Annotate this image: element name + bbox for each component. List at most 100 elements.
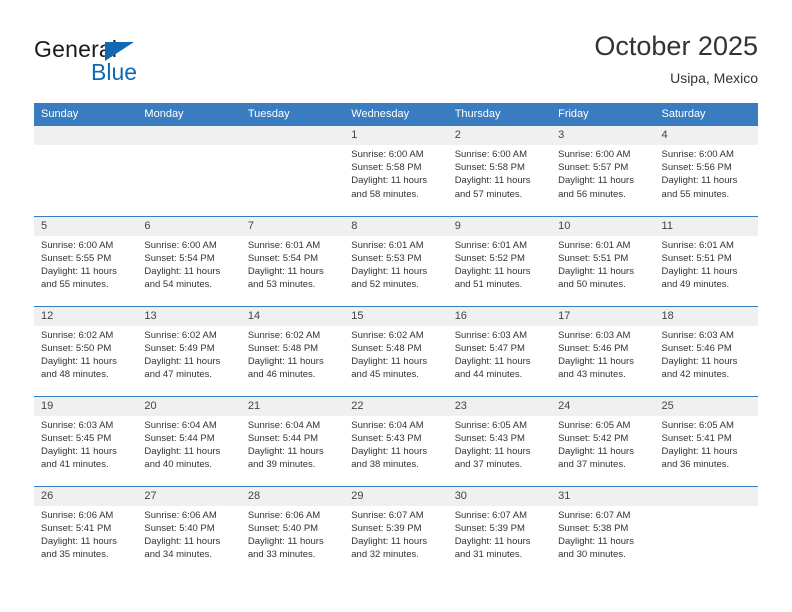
calendar-day-cell[interactable]: 28 Sunrise: 6:06 AM Sunset: 5:40 PM Dayligh…	[240, 485, 345, 576]
sunrise-time: Sunrise: 6:00 AM	[351, 149, 424, 160]
sunrise-time: Sunrise: 6:04 AM	[247, 419, 321, 431]
daylight-duration-line2: and 44 minutes.	[454, 369, 523, 381]
calendar-day-cell[interactable]: 11 Sunrise: 6:01 AM Sunset: 5:51 PM Dayligh…	[654, 215, 758, 306]
daylight-duration-line2: and 47 minutes.	[144, 369, 213, 381]
daylight-duration-line1: Daylight: 11 hours	[661, 355, 738, 367]
sunrise-time: Sunrise: 6:00 AM	[144, 239, 217, 251]
day-number: 29	[344, 486, 448, 506]
calendar-day-cell[interactable]: 24 Sunrise: 6:05 AM Sunset: 5:42 PM Dayligh…	[551, 395, 655, 486]
daylight-duration-line2: and 53 minutes.	[247, 279, 316, 291]
daylight-duration-line1: Daylight: 11 hours	[661, 445, 738, 457]
sunset-time: Sunset: 5:39 PM	[454, 522, 525, 534]
day-details: Sunrise: 6:03 AM Sunset: 5:46 PM Daylight:…	[655, 326, 758, 382]
sunrise-time: Sunrise: 6:02 AM	[351, 329, 424, 341]
weekday-header-row: Sunday Monday Tuesday Wednesday Thursday…	[34, 103, 758, 126]
sunrise-time: Sunrise: 6:01 AM	[661, 239, 734, 251]
calendar-day-cell[interactable]: 4 Sunrise: 6:00 AM Sunset: 5:56 PM Daylight…	[654, 126, 758, 216]
calendar-day-cell[interactable]: 19 Sunrise: 6:03 AM Sunset: 5:45 PM Dayligh…	[34, 395, 138, 486]
day-number: 11	[654, 216, 758, 236]
calendar-day-cell[interactable]: 23 Sunrise: 6:05 AM Sunset: 5:43 PM Dayligh…	[447, 395, 552, 486]
day-details: Sunrise: 6:00 AM Sunset: 5:57 PM Daylight:…	[551, 145, 654, 201]
sunset-time: Sunset: 5:42 PM	[558, 432, 629, 444]
page-header: General Blue October 2025 Usipa, Mexico	[0, 0, 792, 103]
day-number: 26	[34, 486, 138, 506]
sunset-time: Sunset: 5:44 PM	[144, 432, 215, 444]
calendar-day-cell[interactable]: 17 Sunrise: 6:03 AM Sunset: 5:46 PM Dayligh…	[551, 305, 655, 396]
sunset-time: Sunset: 5:57 PM	[558, 162, 629, 174]
day-details: Sunrise: 6:06 AM Sunset: 5:40 PM Daylight:…	[241, 506, 344, 562]
calendar-day-cell[interactable]: 20 Sunrise: 6:04 AM Sunset: 5:44 PM Dayligh…	[137, 395, 241, 486]
daylight-duration-line1: Daylight: 11 hours	[661, 265, 738, 277]
calendar-body: 1 Sunrise: 6:00 AM Sunset: 5:58 PM Daylight…	[34, 126, 758, 576]
general-blue-logo[interactable]: General Blue	[34, 36, 224, 86]
calendar-day-cell[interactable]: 2 Sunrise: 6:00 AM Sunset: 5:58 PM Daylight…	[447, 126, 552, 216]
calendar-day-cell[interactable]: 14 Sunrise: 6:02 AM Sunset: 5:48 PM Dayligh…	[240, 305, 345, 396]
day-details	[241, 145, 344, 148]
sunset-time: Sunset: 5:40 PM	[247, 522, 319, 534]
calendar-day-cell[interactable]: 8 Sunrise: 6:01 AM Sunset: 5:53 PM Daylight…	[344, 215, 448, 306]
calendar-day-cell[interactable]: 15 Sunrise: 6:02 AM Sunset: 5:48 PM Dayligh…	[344, 305, 448, 396]
day-details: Sunrise: 6:07 AM Sunset: 5:38 PM Daylight:…	[551, 506, 654, 562]
day-details	[34, 145, 137, 148]
sunset-time: Sunset: 5:47 PM	[454, 342, 525, 354]
daylight-duration-line2: and 33 minutes.	[247, 549, 316, 561]
sunset-time: Sunset: 5:40 PM	[144, 522, 215, 534]
calendar-day-cell[interactable]: 30 Sunrise: 6:07 AM Sunset: 5:39 PM Dayligh…	[447, 485, 552, 576]
daylight-duration-line1: Daylight: 11 hours	[144, 355, 221, 367]
daylight-duration-line2: and 50 minutes.	[558, 279, 626, 291]
calendar-day-cell[interactable]: 27 Sunrise: 6:06 AM Sunset: 5:40 PM Dayligh…	[137, 485, 241, 576]
daylight-duration-line1: Daylight: 11 hours	[144, 535, 221, 547]
calendar-day-cell[interactable]: 7 Sunrise: 6:01 AM Sunset: 5:54 PM Daylight…	[240, 215, 345, 306]
day-number: 20	[137, 396, 241, 416]
calendar-day-cell[interactable]: 1 Sunrise: 6:00 AM Sunset: 5:58 PM Daylight…	[344, 126, 448, 216]
calendar-page: General Blue October 2025 Usipa, Mexico …	[0, 0, 792, 612]
daylight-duration-line1: Daylight: 11 hours	[454, 265, 531, 277]
calendar-day-cell[interactable]: 12 Sunrise: 6:02 AM Sunset: 5:50 PM Dayligh…	[34, 305, 138, 396]
sunset-time: Sunset: 5:45 PM	[41, 432, 112, 444]
sunset-time: Sunset: 5:53 PM	[351, 252, 422, 264]
sunset-time: Sunset: 5:54 PM	[247, 252, 319, 264]
calendar-week-row: 1 Sunrise: 6:00 AM Sunset: 5:58 PM Daylight…	[34, 126, 758, 216]
day-details: Sunrise: 6:00 AM Sunset: 5:54 PM Daylight:…	[137, 236, 240, 292]
daylight-duration-line1: Daylight: 11 hours	[247, 535, 324, 547]
daylight-duration-line2: and 38 minutes.	[351, 459, 419, 471]
calendar-day-cell[interactable]: 10 Sunrise: 6:01 AM Sunset: 5:51 PM Dayligh…	[551, 215, 655, 306]
sunrise-time: Sunrise: 6:02 AM	[41, 329, 114, 341]
day-number: 6	[137, 216, 241, 236]
calendar-day-cell[interactable]: 16 Sunrise: 6:03 AM Sunset: 5:47 PM Dayligh…	[447, 305, 552, 396]
calendar-day-cell[interactable]: 31 Sunrise: 6:07 AM Sunset: 5:38 PM Dayligh…	[551, 485, 655, 576]
calendar-day-cell[interactable]: 21 Sunrise: 6:04 AM Sunset: 5:44 PM Dayligh…	[240, 395, 345, 486]
sunset-time: Sunset: 5:44 PM	[247, 432, 319, 444]
calendar-day-cell[interactable]: 18 Sunrise: 6:03 AM Sunset: 5:46 PM Dayligh…	[654, 305, 758, 396]
daylight-duration-line1: Daylight: 11 hours	[558, 535, 634, 547]
calendar-day-cell[interactable]: 5 Sunrise: 6:00 AM Sunset: 5:55 PM Daylight…	[34, 215, 138, 306]
daylight-duration-line2: and 42 minutes.	[661, 369, 730, 381]
sunset-time: Sunset: 5:55 PM	[41, 252, 112, 264]
sunset-time: Sunset: 5:51 PM	[558, 252, 629, 264]
calendar-day-cell[interactable]: 25 Sunrise: 6:05 AM Sunset: 5:41 PM Dayligh…	[654, 395, 758, 486]
daylight-duration-line2: and 37 minutes.	[558, 459, 626, 471]
day-details: Sunrise: 6:07 AM Sunset: 5:39 PM Daylight:…	[344, 506, 447, 562]
sunrise-time: Sunrise: 6:05 AM	[454, 419, 528, 431]
sunrise-time: Sunrise: 6:05 AM	[558, 419, 631, 431]
calendar-day-cell[interactable]: 13 Sunrise: 6:02 AM Sunset: 5:49 PM Dayligh…	[137, 305, 241, 396]
calendar-day-cell[interactable]: 6 Sunrise: 6:00 AM Sunset: 5:54 PM Daylight…	[137, 215, 241, 306]
daylight-duration-line2: and 37 minutes.	[454, 459, 523, 471]
sunset-time: Sunset: 5:38 PM	[558, 522, 629, 534]
daylight-duration-line1: Daylight: 11 hours	[558, 175, 634, 187]
calendar-day-cell[interactable]: 26 Sunrise: 6:06 AM Sunset: 5:41 PM Dayligh…	[34, 485, 138, 576]
calendar-day-cell[interactable]: 22 Sunrise: 6:04 AM Sunset: 5:43 PM Dayligh…	[344, 395, 448, 486]
sunrise-time: Sunrise: 6:06 AM	[247, 509, 321, 521]
daylight-duration-line2: and 56 minutes.	[558, 188, 626, 200]
sunset-time: Sunset: 5:58 PM	[454, 162, 525, 174]
calendar-day-cell[interactable]: 29 Sunrise: 6:07 AM Sunset: 5:39 PM Dayligh…	[344, 485, 448, 576]
daylight-duration-line1: Daylight: 11 hours	[351, 355, 428, 367]
sunrise-time: Sunrise: 6:02 AM	[247, 329, 321, 341]
daylight-duration-line2: and 43 minutes.	[558, 369, 626, 381]
daylight-duration-line1: Daylight: 11 hours	[454, 355, 531, 367]
weekday-header-wednesday: Wednesday	[344, 103, 448, 126]
calendar-day-cell[interactable]: 9 Sunrise: 6:01 AM Sunset: 5:52 PM Daylight…	[447, 215, 552, 306]
sunset-time: Sunset: 5:46 PM	[661, 342, 732, 354]
calendar-day-cell[interactable]: 3 Sunrise: 6:00 AM Sunset: 5:57 PM Daylight…	[551, 126, 655, 216]
day-number: 9	[447, 216, 552, 236]
